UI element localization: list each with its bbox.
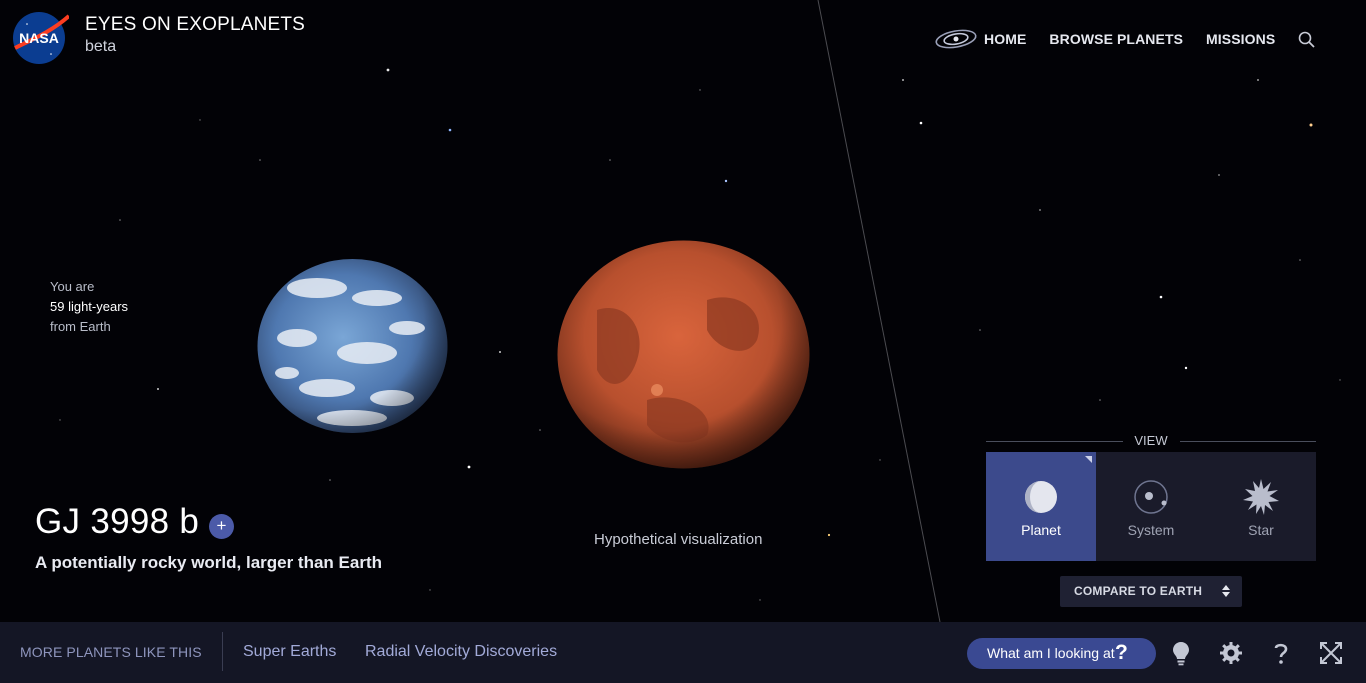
- view-option-star[interactable]: Star: [1206, 452, 1316, 561]
- question-icon: ?: [1115, 641, 1128, 664]
- visualization-note: Hypothetical visualization: [594, 531, 763, 548]
- app-subtitle: beta: [85, 38, 117, 55]
- search-icon[interactable]: [1297, 30, 1317, 50]
- view-selector: Planet System Star: [986, 452, 1316, 561]
- link-radial-velocity[interactable]: Radial Velocity Discoveries: [365, 643, 557, 661]
- star-icon: [1243, 479, 1279, 515]
- system-icon: [1134, 480, 1168, 514]
- planet-name: GJ 3998 b: [35, 502, 200, 541]
- fullscreen-icon[interactable]: [1318, 640, 1344, 666]
- dropdown-caret-icon: [1222, 585, 1230, 597]
- bottom-divider: [222, 632, 223, 671]
- exoplanet-visualization: [557, 240, 810, 469]
- view-label-row: VIEW: [986, 432, 1316, 450]
- help-icon[interactable]: [1268, 640, 1294, 666]
- corner-indicator-icon: [1085, 456, 1092, 463]
- app-title[interactable]: EYES ON EXOPLANETS: [85, 14, 305, 36]
- distance-line-1: You are: [50, 279, 95, 294]
- add-planet-button[interactable]: +: [209, 514, 234, 539]
- settings-icon[interactable]: [1218, 640, 1244, 666]
- distance-line-3: from Earth: [50, 319, 111, 334]
- compare-to-earth-dropdown[interactable]: COMPARE TO EARTH: [1060, 576, 1242, 607]
- more-planets-label: MORE PLANETS LIKE THIS: [20, 644, 202, 660]
- view-option-planet-label: Planet: [1021, 522, 1061, 538]
- nav-home[interactable]: HOME: [984, 31, 1026, 47]
- link-super-earths[interactable]: Super Earths: [243, 643, 336, 661]
- compare-label: COMPARE TO EARTH: [1074, 584, 1203, 598]
- nasa-logo[interactable]: NASA: [11, 10, 69, 66]
- planet-description: A potentially rocky world, larger than E…: [35, 553, 382, 572]
- help-pill-label: What am I looking at: [987, 645, 1115, 661]
- view-option-star-label: Star: [1248, 522, 1274, 538]
- view-option-system-label: System: [1127, 522, 1175, 538]
- view-option-planet[interactable]: Planet: [986, 452, 1096, 561]
- distance-info: You are 59 light-years from Earth: [50, 277, 128, 337]
- nav-missions[interactable]: MISSIONS: [1206, 31, 1275, 47]
- galaxy-icon[interactable]: [934, 26, 978, 52]
- top-navigation: HOME BROWSE PLANETS MISSIONS: [934, 26, 1317, 52]
- earth-visualization: [257, 259, 448, 433]
- bottom-bar: MORE PLANETS LIKE THIS Super Earths Radi…: [0, 622, 1366, 683]
- distance-value: 59 light-years: [50, 299, 129, 314]
- nav-browse-planets[interactable]: BROWSE PLANETS: [1049, 31, 1183, 47]
- lightbulb-icon[interactable]: [1168, 640, 1194, 666]
- what-am-i-looking-at-button[interactable]: What am I looking at ?: [967, 638, 1156, 669]
- planet-icon: [1025, 481, 1057, 513]
- svg-text:NASA: NASA: [19, 30, 59, 46]
- view-option-system[interactable]: System: [1096, 452, 1206, 561]
- view-label: VIEW: [1134, 433, 1168, 448]
